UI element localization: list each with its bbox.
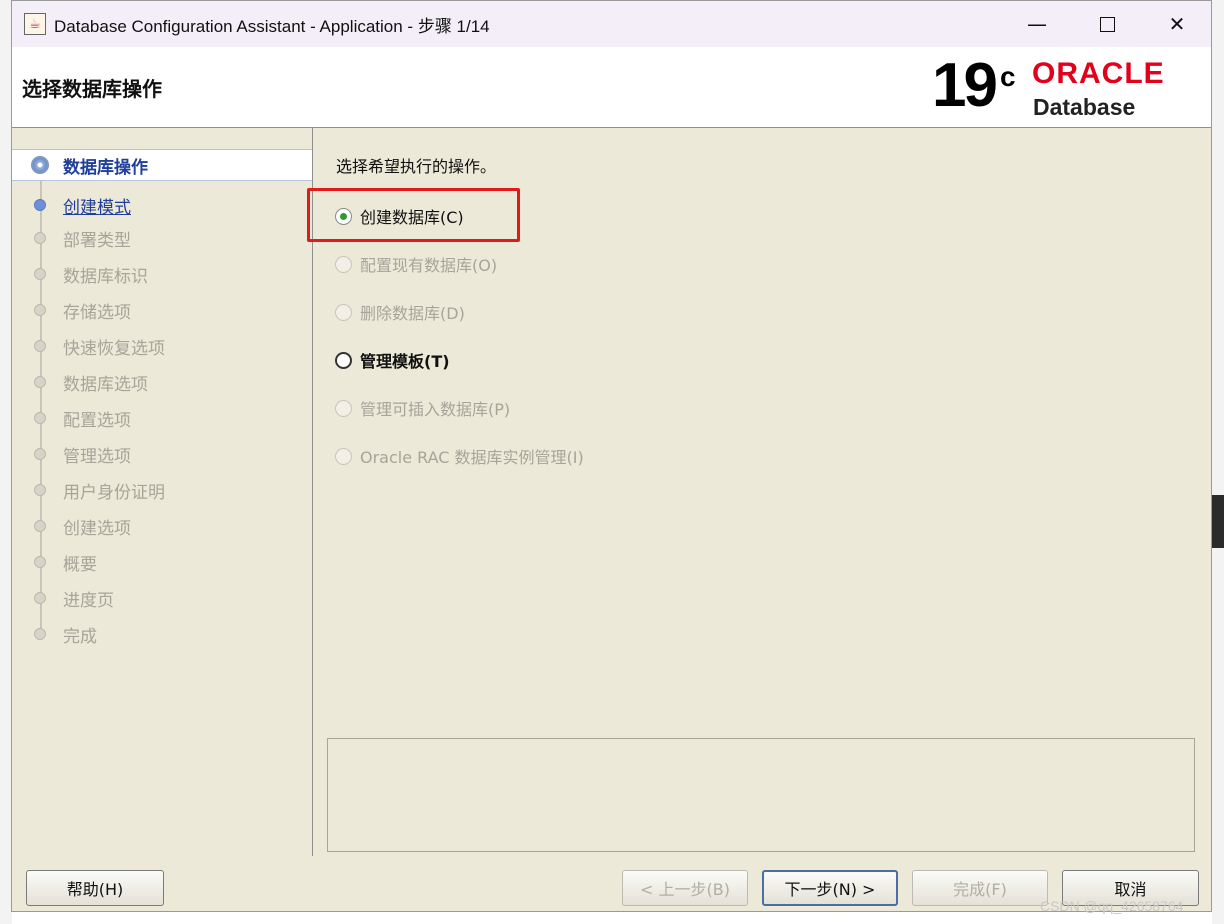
step-creation-mode[interactable]: 创建模式 bbox=[12, 189, 312, 221]
background-dark-block bbox=[1212, 495, 1224, 548]
next-button[interactable]: 下一步(N) > bbox=[762, 870, 898, 906]
step-fast-recovery-option: 快速恢复选项 bbox=[12, 330, 312, 362]
option-label: 管理可插入数据库(P) bbox=[360, 400, 511, 419]
radio-button[interactable] bbox=[335, 351, 352, 369]
back-button: < 上一步(B) bbox=[622, 870, 748, 906]
steps-sidebar: 数据库操作 创建模式 部署类型 数据库标识 存储选项 快速恢复选项 数据库选项 … bbox=[12, 128, 313, 856]
step-configuration-options: 配置选项 bbox=[12, 402, 312, 434]
step-database-operation[interactable]: 数据库操作 bbox=[12, 149, 312, 181]
finish-button: 完成(F) bbox=[912, 870, 1048, 906]
watermark: CSDN @qq_42658764 bbox=[1040, 898, 1184, 914]
step-progress-page: 进度页 bbox=[12, 582, 312, 614]
step-label: 创建模式 bbox=[63, 197, 131, 218]
oracle-19c-logo: 19 c ORACLE Database bbox=[932, 53, 1202, 123]
step-label: 部署类型 bbox=[63, 230, 131, 251]
page-header: 选择数据库操作 19 c ORACLE Database bbox=[12, 47, 1211, 128]
logo-product: Database bbox=[1033, 94, 1136, 120]
step-label: 概要 bbox=[63, 554, 97, 575]
page-title: 选择数据库操作 bbox=[22, 77, 162, 101]
help-button[interactable]: 帮助(H) bbox=[26, 870, 164, 906]
maximize-button[interactable] bbox=[1072, 1, 1142, 47]
step-label: 进度页 bbox=[63, 590, 114, 611]
radio-button bbox=[335, 303, 352, 321]
operation-prompt: 选择希望执行的操作。 bbox=[336, 157, 497, 176]
option-label: Oracle RAC 数据库实例管理(I) bbox=[360, 448, 584, 467]
background-right bbox=[1212, 0, 1224, 924]
red-highlight-annotation bbox=[307, 188, 520, 242]
step-indicator-icon bbox=[34, 448, 46, 460]
step-indicator-icon bbox=[34, 199, 46, 211]
close-button[interactable]: ✕ bbox=[1142, 1, 1212, 47]
description-panel bbox=[327, 738, 1195, 852]
step-indicator-icon bbox=[34, 592, 46, 604]
step-management-options: 管理选项 bbox=[12, 438, 312, 470]
step-summary: 概要 bbox=[12, 546, 312, 578]
step-indicator-icon bbox=[34, 484, 46, 496]
step-indicator-icon bbox=[34, 520, 46, 532]
step-label: 用户身份证明 bbox=[63, 482, 165, 503]
step-label: 快速恢复选项 bbox=[63, 338, 165, 359]
logo-brand: ORACLE bbox=[1032, 57, 1165, 90]
option-delete-database: 删除数据库(D) bbox=[335, 299, 465, 325]
logo-superscript: c bbox=[1000, 61, 1016, 92]
minimize-button[interactable]: — bbox=[1002, 1, 1072, 47]
step-database-options: 数据库选项 bbox=[12, 366, 312, 398]
step-indicator-icon bbox=[34, 304, 46, 316]
step-label: 存储选项 bbox=[63, 302, 131, 323]
step-indicator-icon bbox=[34, 628, 46, 640]
option-manage-templates[interactable]: 管理模板(T) bbox=[335, 347, 450, 373]
close-icon: ✕ bbox=[1168, 12, 1186, 36]
button-bar: 帮助(H) < 上一步(B) 下一步(N) > 完成(F) 取消 bbox=[12, 856, 1211, 913]
step-deployment-type: 部署类型 bbox=[12, 222, 312, 254]
step-label: 数据库标识 bbox=[63, 266, 148, 287]
window-title: Database Configuration Assistant - Appli… bbox=[54, 16, 490, 36]
java-app-icon: ☕ bbox=[24, 13, 46, 35]
step-finish: 完成 bbox=[12, 618, 312, 650]
minimize-icon: — bbox=[1027, 12, 1047, 36]
step-indicator-icon bbox=[34, 412, 46, 424]
maximize-icon bbox=[1099, 16, 1115, 32]
radio-button bbox=[335, 447, 352, 465]
option-manage-pluggable-databases: 管理可插入数据库(P) bbox=[335, 395, 510, 421]
step-label: 创建选项 bbox=[63, 518, 131, 539]
option-rac-instance-management: Oracle RAC 数据库实例管理(I) bbox=[335, 443, 584, 469]
option-label: 删除数据库(D) bbox=[360, 304, 465, 323]
step-indicator-icon bbox=[34, 556, 46, 568]
step-storage-option: 存储选项 bbox=[12, 294, 312, 326]
radio-button bbox=[335, 399, 352, 417]
step-label: 数据库选项 bbox=[63, 374, 148, 395]
step-label: 数据库操作 bbox=[63, 157, 148, 178]
title-bar[interactable]: ☕ Database Configuration Assistant - App… bbox=[12, 1, 1211, 47]
step-label: 管理选项 bbox=[63, 446, 131, 467]
option-configure-existing-database: 配置现有数据库(O) bbox=[335, 251, 497, 277]
step-user-credentials: 用户身份证明 bbox=[12, 474, 312, 506]
step-database-identification: 数据库标识 bbox=[12, 258, 312, 290]
step-label: 配置选项 bbox=[63, 410, 131, 431]
step-indicator-icon bbox=[34, 268, 46, 280]
option-label: 管理模板(T) bbox=[360, 352, 450, 371]
option-label: 配置现有数据库(O) bbox=[360, 256, 498, 275]
logo-version: 19 bbox=[932, 51, 998, 120]
step-indicator-icon bbox=[31, 156, 49, 174]
step-indicator-icon bbox=[34, 340, 46, 352]
radio-button bbox=[335, 255, 352, 273]
step-indicator-icon bbox=[34, 232, 46, 244]
dbca-window: ☕ Database Configuration Assistant - App… bbox=[11, 0, 1212, 912]
step-label: 完成 bbox=[63, 626, 97, 647]
step-creation-option: 创建选项 bbox=[12, 510, 312, 542]
step-indicator-icon bbox=[34, 376, 46, 388]
